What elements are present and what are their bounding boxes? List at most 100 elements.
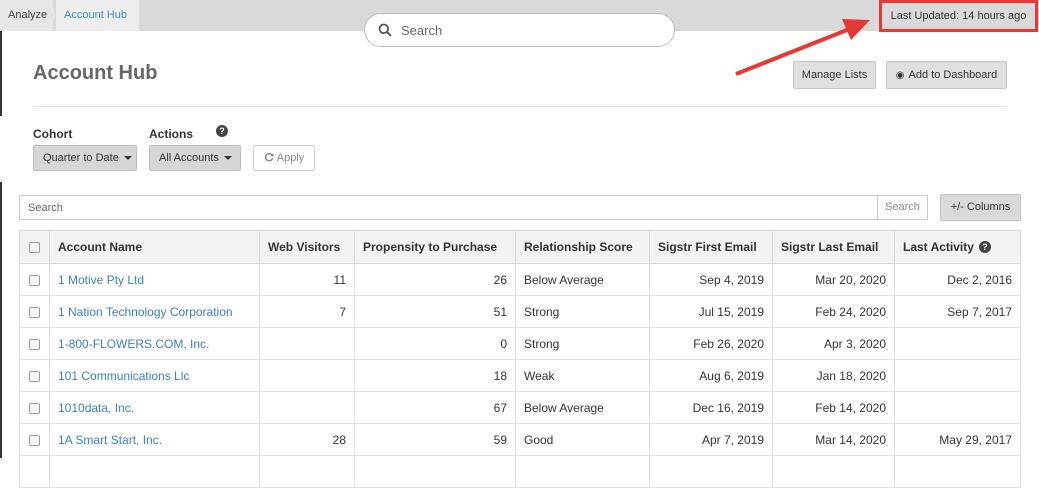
cohort-label: Cohort: [33, 127, 73, 141]
last-activity-cell: Sep 7, 2017: [894, 295, 1021, 328]
account-name-link[interactable]: 1A Smart Start, Inc.: [49, 423, 260, 456]
column-header-last-activity[interactable]: Last Activity?: [894, 230, 1021, 264]
accounts-table: Account Name Web Visitors Propensity to …: [19, 230, 1021, 488]
relationship-score-cell: Good: [515, 423, 650, 456]
last-email-cell: Mar 20, 2020: [772, 263, 895, 296]
propensity-cell: 18: [354, 359, 516, 392]
row-checkbox[interactable]: [29, 338, 40, 350]
web-visitors-cell: [259, 327, 355, 360]
table-row[interactable]: [19, 455, 1021, 488]
add-to-dashboard-label: Add to Dashboard: [908, 69, 998, 81]
last-activity-cell: Dec 2, 2016: [894, 263, 1021, 296]
row-checkbox[interactable]: [29, 306, 40, 318]
table-search-button[interactable]: Search: [877, 195, 928, 220]
last-activity-cell: [894, 359, 1021, 392]
apply-label: Apply: [276, 152, 305, 164]
last-activity-cell: [894, 455, 1021, 488]
last-email-cell: [772, 455, 895, 488]
table-row[interactable]: 1 Nation Technology Corporation 7 51 Strong…: [19, 295, 1021, 328]
web-visitors-cell: 11: [259, 263, 355, 296]
row-checkbox[interactable]: [29, 370, 40, 382]
web-visitors-cell: 7: [259, 295, 355, 328]
table-search-input[interactable]: [20, 196, 877, 219]
row-checkbox-cell: [19, 327, 50, 360]
row-checkbox-cell: [19, 295, 50, 328]
apply-button[interactable]: Apply: [253, 145, 315, 171]
cohort-value: Quarter to Date: [43, 152, 119, 164]
cohort-dropdown[interactable]: Quarter to Date: [33, 145, 137, 171]
add-to-dashboard-button[interactable]: ◉ Add to Dashboard: [886, 61, 1007, 89]
column-header[interactable]: Relationship Score: [515, 230, 650, 264]
row-checkbox-cell: [19, 423, 50, 456]
table-row[interactable]: 1010data, Inc. 67 Below Average Dec 16, 201…: [19, 391, 1021, 424]
propensity-cell: 67: [354, 391, 516, 424]
column-header[interactable]: Sigstr First Email: [649, 230, 773, 264]
table-row[interactable]: 101 Communications Llc 18 Weak Aug 6, 2019 J…: [19, 359, 1021, 392]
propensity-cell: 26: [354, 263, 516, 296]
last-email-cell: Apr 3, 2020: [772, 327, 895, 360]
left-edge-line: [0, 182, 2, 458]
table-row[interactable]: 1A Smart Start, Inc. 28 59 Good Apr 7, 2019 M…: [19, 423, 1021, 456]
help-icon[interactable]: ?: [978, 241, 991, 253]
last-activity-cell: [894, 391, 1021, 424]
left-edge-line: [0, 31, 2, 116]
account-name-link[interactable]: 101 Communications Llc: [49, 359, 260, 392]
first-email-cell: Aug 6, 2019: [649, 359, 773, 392]
last-activity-cell: May 29, 2017: [894, 423, 1021, 456]
web-visitors-cell: [259, 455, 355, 488]
row-checkbox[interactable]: [29, 402, 40, 414]
first-email-cell: Jul 15, 2019: [649, 295, 773, 328]
first-email-cell: Feb 26, 2020: [649, 327, 773, 360]
account-name-link[interactable]: 1-800-FLOWERS.COM, Inc.: [49, 327, 260, 360]
table-header-row: Account Name Web Visitors Propensity to …: [19, 230, 1021, 264]
propensity-cell: 0: [354, 327, 516, 360]
caret-down-icon: [123, 156, 132, 161]
help-icon[interactable]: ?: [216, 125, 228, 137]
row-checkbox-cell: [19, 455, 50, 488]
select-all-cell: [19, 230, 50, 264]
caret-down-icon: [223, 156, 232, 161]
last-email-cell: Feb 14, 2020: [772, 391, 895, 424]
manage-lists-button[interactable]: Manage Lists: [793, 61, 876, 89]
propensity-cell: 59: [354, 423, 516, 456]
account-name-link[interactable]: 1010data, Inc.: [49, 391, 260, 424]
first-email-cell: Dec 16, 2019: [649, 391, 773, 424]
first-email-cell: [649, 455, 773, 488]
web-visitors-cell: [259, 391, 355, 424]
relationship-score-cell: Strong: [515, 327, 650, 360]
row-checkbox[interactable]: [29, 434, 40, 446]
column-header[interactable]: Web Visitors: [259, 230, 355, 264]
columns-button[interactable]: +/- Columns: [940, 194, 1021, 221]
row-checkbox[interactable]: [29, 274, 40, 286]
last-activity-cell: [894, 327, 1021, 360]
last-email-cell: Jan 18, 2020: [772, 359, 895, 392]
account-name-link[interactable]: [49, 455, 260, 488]
last-email-cell: Mar 14, 2020: [772, 423, 895, 456]
column-header-label: Last Activity: [903, 240, 974, 254]
relationship-score-cell: Below Average: [515, 391, 650, 424]
row-checkbox-cell: [19, 391, 50, 424]
table-row[interactable]: 1-800-FLOWERS.COM, Inc. 0 Strong Feb 26, 20…: [19, 327, 1021, 360]
refresh-icon: [264, 152, 274, 162]
table-search-field[interactable]: [19, 195, 878, 220]
dashboard-icon: ◉: [895, 70, 905, 81]
relationship-score-cell: Strong: [515, 295, 650, 328]
first-email-cell: Apr 7, 2019: [649, 423, 773, 456]
actions-label: Actions: [149, 127, 194, 141]
divider: [33, 106, 1007, 107]
row-checkbox-cell: [19, 359, 50, 392]
column-header[interactable]: Account Name: [49, 230, 260, 264]
web-visitors-cell: [259, 359, 355, 392]
actions-value: All Accounts: [159, 152, 219, 164]
table-row[interactable]: 1 Motive Pty Ltd 11 26 Below Average Sep 4, …: [19, 263, 1021, 296]
page-title: Account Hub: [33, 62, 158, 84]
column-header[interactable]: Propensity to Purchase: [354, 230, 516, 264]
column-header[interactable]: Sigstr Last Email: [772, 230, 895, 264]
select-all-checkbox[interactable]: [29, 242, 40, 254]
relationship-score-cell: Weak: [515, 359, 650, 392]
first-email-cell: Sep 4, 2019: [649, 263, 773, 296]
actions-dropdown[interactable]: All Accounts: [149, 145, 241, 171]
account-name-link[interactable]: 1 Nation Technology Corporation: [49, 295, 260, 328]
account-name-link[interactable]: 1 Motive Pty Ltd: [49, 263, 260, 296]
web-visitors-cell: 28: [259, 423, 355, 456]
